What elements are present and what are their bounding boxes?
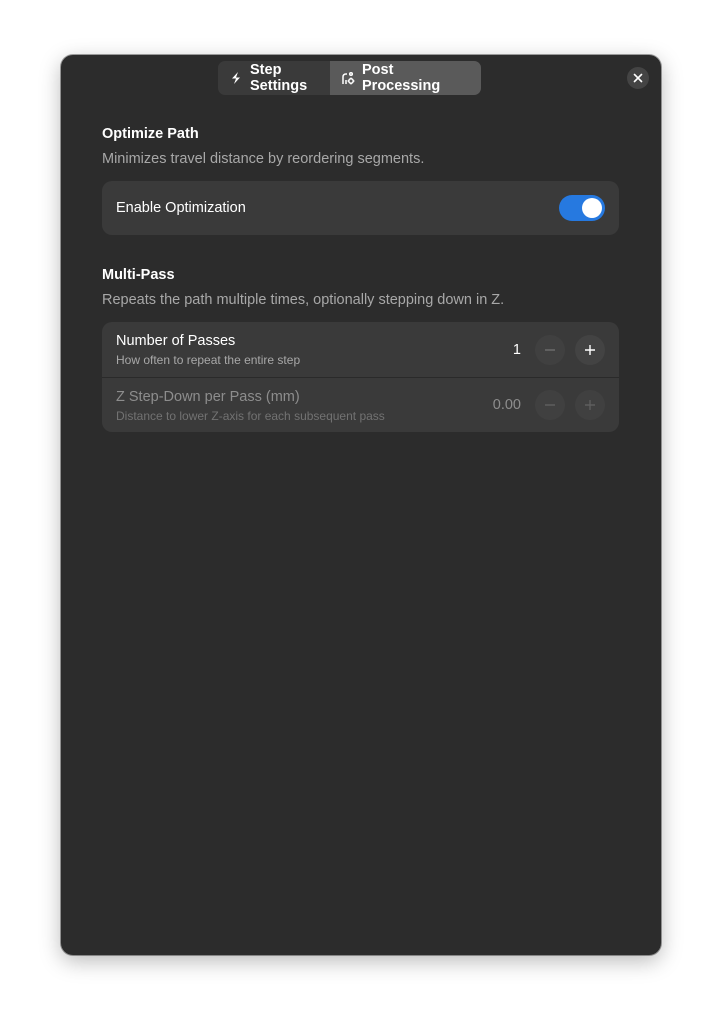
z-stepdown-label: Z Step-Down per Pass (mm) <box>116 388 300 405</box>
switch-knob <box>582 198 602 218</box>
tab-step-settings[interactable]: Step Settings <box>218 61 330 95</box>
settings-content: Optimize Path Minimizes travel distance … <box>102 125 619 432</box>
close-button[interactable] <box>627 67 649 89</box>
z-stepdown-sublabel: Distance to lower Z-axis for each subseq… <box>116 408 385 423</box>
z-stepdown-stepper: 0.00 <box>485 390 605 420</box>
passes-decrement-button[interactable] <box>535 334 565 365</box>
lightning-icon <box>229 71 243 85</box>
passes-increment-button[interactable] <box>575 334 605 365</box>
number-of-passes-stepper: 1 <box>485 334 605 365</box>
optimize-path-title: Optimize Path <box>102 126 199 142</box>
multipass-description: Repeats the path multiple times, optiona… <box>102 292 505 308</box>
minus-icon <box>544 399 556 411</box>
tab-post-processing[interactable]: Post Processing <box>330 61 481 95</box>
stepdown-decrement-button[interactable] <box>535 390 565 420</box>
close-icon <box>633 73 643 83</box>
enable-optimization-label: Enable Optimization <box>116 200 246 216</box>
number-of-passes-value[interactable]: 1 <box>485 342 521 358</box>
plus-icon <box>584 344 596 356</box>
multipass-title: Multi-Pass <box>102 267 175 283</box>
number-of-passes-sublabel: How often to repeat the entire step <box>116 353 301 367</box>
tab-bar: Step Settings Post Processing <box>218 61 481 95</box>
z-stepdown-value[interactable]: 0.00 <box>485 397 521 413</box>
optimize-path-description: Minimizes travel distance by reordering … <box>102 151 425 167</box>
tab-post-processing-label: Post Processing <box>362 62 441 94</box>
post-processing-dialog: Step Settings Post Processing Optimize P <box>61 55 661 955</box>
z-stepdown-row: Z Step-Down per Pass (mm) Distance to lo… <box>102 377 619 432</box>
plus-icon <box>584 399 596 411</box>
number-of-passes-row: Number of Passes How often to repeat the… <box>102 322 619 377</box>
enable-optimization-row: Enable Optimization <box>102 181 619 235</box>
path-gear-icon <box>341 71 355 85</box>
multipass-card: Number of Passes How often to repeat the… <box>102 322 619 432</box>
stepdown-increment-button[interactable] <box>575 390 605 420</box>
number-of-passes-label: Number of Passes <box>116 333 236 349</box>
minus-icon <box>544 344 556 356</box>
enable-optimization-switch[interactable] <box>559 195 605 221</box>
optimize-card: Enable Optimization <box>102 181 619 235</box>
tab-step-settings-label: Step Settings <box>250 62 308 94</box>
